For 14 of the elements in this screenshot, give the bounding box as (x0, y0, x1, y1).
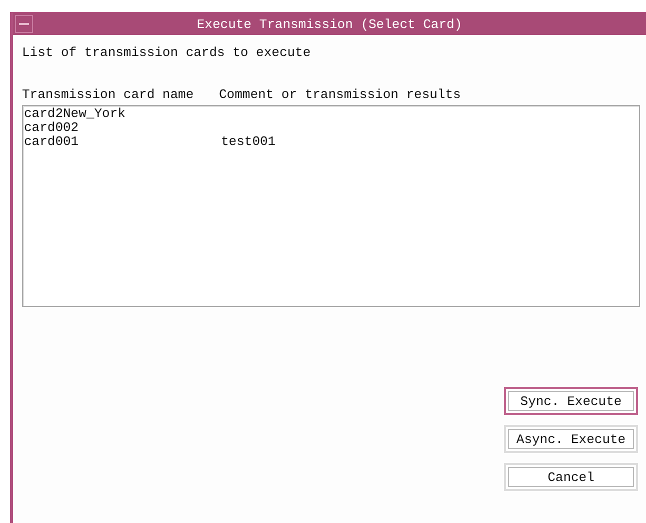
column-header: Transmission card name (22, 87, 195, 103)
dialog-button[interactable]: Sync. Execute (504, 387, 638, 415)
dialog-button[interactable]: Async. Execute (504, 425, 638, 453)
minus-icon (19, 22, 29, 26)
window-title: Execute Transmission (Select Card) (196, 16, 464, 32)
list-cell[interactable]: test001 (221, 135, 621, 149)
intro-label: List of transmission cards to execute (22, 45, 312, 61)
column-header: Comment or transmission results (219, 87, 462, 103)
dialog-button[interactable]: Cancel (504, 463, 638, 491)
window-menu-button[interactable] (15, 15, 33, 33)
list-cell[interactable]: card2New_York (24, 107, 221, 121)
list-cell[interactable]: card001 (24, 135, 221, 149)
card-list[interactable]: card2New_York card002 card001 test001 (22, 105, 640, 307)
list-cell[interactable]: card002 (24, 121, 221, 135)
